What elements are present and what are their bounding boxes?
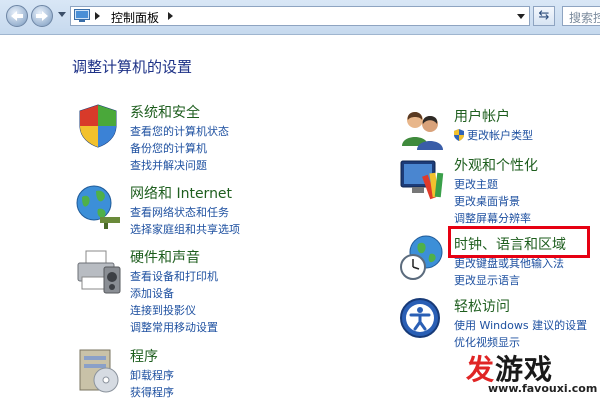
category-system-security: 系统和安全 查看您的计算机状态 备份您的计算机 查找并解决问题 xyxy=(74,102,304,172)
category-ease-of-access: 轻松访问 使用 Windows 建议的设置 优化视频显示 xyxy=(398,296,598,356)
forward-arrow-icon xyxy=(36,11,48,21)
search-placeholder: 搜索控 xyxy=(569,11,600,25)
ease-of-access-icon xyxy=(400,298,440,338)
link-change-theme[interactable]: 更改主题 xyxy=(454,176,531,193)
link-uninstall-program[interactable]: 卸载程序 xyxy=(130,367,174,384)
category-title[interactable]: 轻松访问 xyxy=(454,296,510,316)
category-title[interactable]: 外观和个性化 xyxy=(454,155,538,175)
breadcrumb-control-panel[interactable]: 控制面板 xyxy=(111,9,159,26)
uac-shield-icon xyxy=(454,129,464,141)
refresh-button[interactable]: ⇆ xyxy=(533,6,555,26)
printer-icon xyxy=(77,250,121,294)
category-title[interactable]: 网络和 Internet xyxy=(130,183,232,203)
watermark-logo: 发游戏 www.favouxi.com xyxy=(458,348,600,400)
link-connect-projector[interactable]: 连接到投影仪 xyxy=(130,302,218,319)
page-title: 调整计算机的设置 xyxy=(72,58,193,76)
category-user-accounts: 用户帐户 更改帐户类型 xyxy=(398,106,598,150)
link-add-device[interactable]: 添加设备 xyxy=(130,285,218,302)
link-change-account-type[interactable]: 更改帐户类型 xyxy=(454,127,533,144)
refresh-icon: ⇆ xyxy=(538,8,550,23)
link-network-status[interactable]: 查看网络状态和任务 xyxy=(130,204,240,221)
appearance-icon xyxy=(400,160,444,200)
category-network-internet: 网络和 Internet 查看网络状态和任务 选择家庭组和共享选项 xyxy=(74,183,304,238)
search-input[interactable]: 搜索控 xyxy=(562,6,600,26)
link-troubleshoot[interactable]: 查找并解决问题 xyxy=(130,157,229,174)
link-screen-resolution[interactable]: 调整屏幕分辨率 xyxy=(454,210,531,227)
users-icon xyxy=(402,112,443,150)
programs-icon xyxy=(79,349,119,393)
link-label: 更改帐户类型 xyxy=(467,129,533,142)
category-hardware-sound: 硬件和声音 查看设备和打印机 添加设备 连接到投影仪 调整常用移动设置 xyxy=(74,247,304,337)
link-change-desktop-background[interactable]: 更改桌面背景 xyxy=(454,193,531,210)
network-globe-icon xyxy=(76,185,120,229)
recent-pages-dropdown[interactable] xyxy=(58,12,66,17)
back-arrow-icon xyxy=(11,11,23,21)
category-title[interactable]: 用户帐户 xyxy=(454,106,510,126)
category-appearance: 外观和个性化 更改主题 更改桌面背景 调整屏幕分辨率 xyxy=(398,155,598,225)
clock-globe-icon xyxy=(400,235,443,280)
highlight-box xyxy=(448,226,590,258)
address-dropdown[interactable] xyxy=(517,14,525,19)
address-bar[interactable]: 控制面板 xyxy=(70,6,530,26)
control-panel-icon xyxy=(74,9,90,22)
link-devices-printers[interactable]: 查看设备和打印机 xyxy=(130,268,218,285)
link-change-display-language[interactable]: 更改显示语言 xyxy=(454,272,564,289)
breadcrumb-chevron-icon[interactable] xyxy=(168,12,173,20)
category-programs: 程序 卸载程序 获得程序 xyxy=(74,346,304,400)
category-title[interactable]: 程序 xyxy=(130,346,158,366)
link-backup-computer[interactable]: 备份您的计算机 xyxy=(130,140,229,157)
address-toolbar: 控制面板 ⇆ 搜索控 xyxy=(0,0,600,35)
link-recommended-settings[interactable]: 使用 Windows 建议的设置 xyxy=(454,317,587,334)
breadcrumb-chevron-icon[interactable] xyxy=(95,12,100,20)
forward-button[interactable] xyxy=(31,5,53,27)
shield-icon xyxy=(79,104,117,148)
category-title[interactable]: 硬件和声音 xyxy=(130,247,200,267)
link-mobility-settings[interactable]: 调整常用移动设置 xyxy=(130,319,218,336)
back-button[interactable] xyxy=(6,5,28,27)
category-title[interactable]: 系统和安全 xyxy=(130,102,200,122)
watermark-url: www.favouxi.com xyxy=(488,382,598,395)
link-view-computer-status[interactable]: 查看您的计算机状态 xyxy=(130,123,229,140)
link-get-programs[interactable]: 获得程序 xyxy=(130,384,174,401)
link-homegroup-sharing[interactable]: 选择家庭组和共享选项 xyxy=(130,221,240,238)
